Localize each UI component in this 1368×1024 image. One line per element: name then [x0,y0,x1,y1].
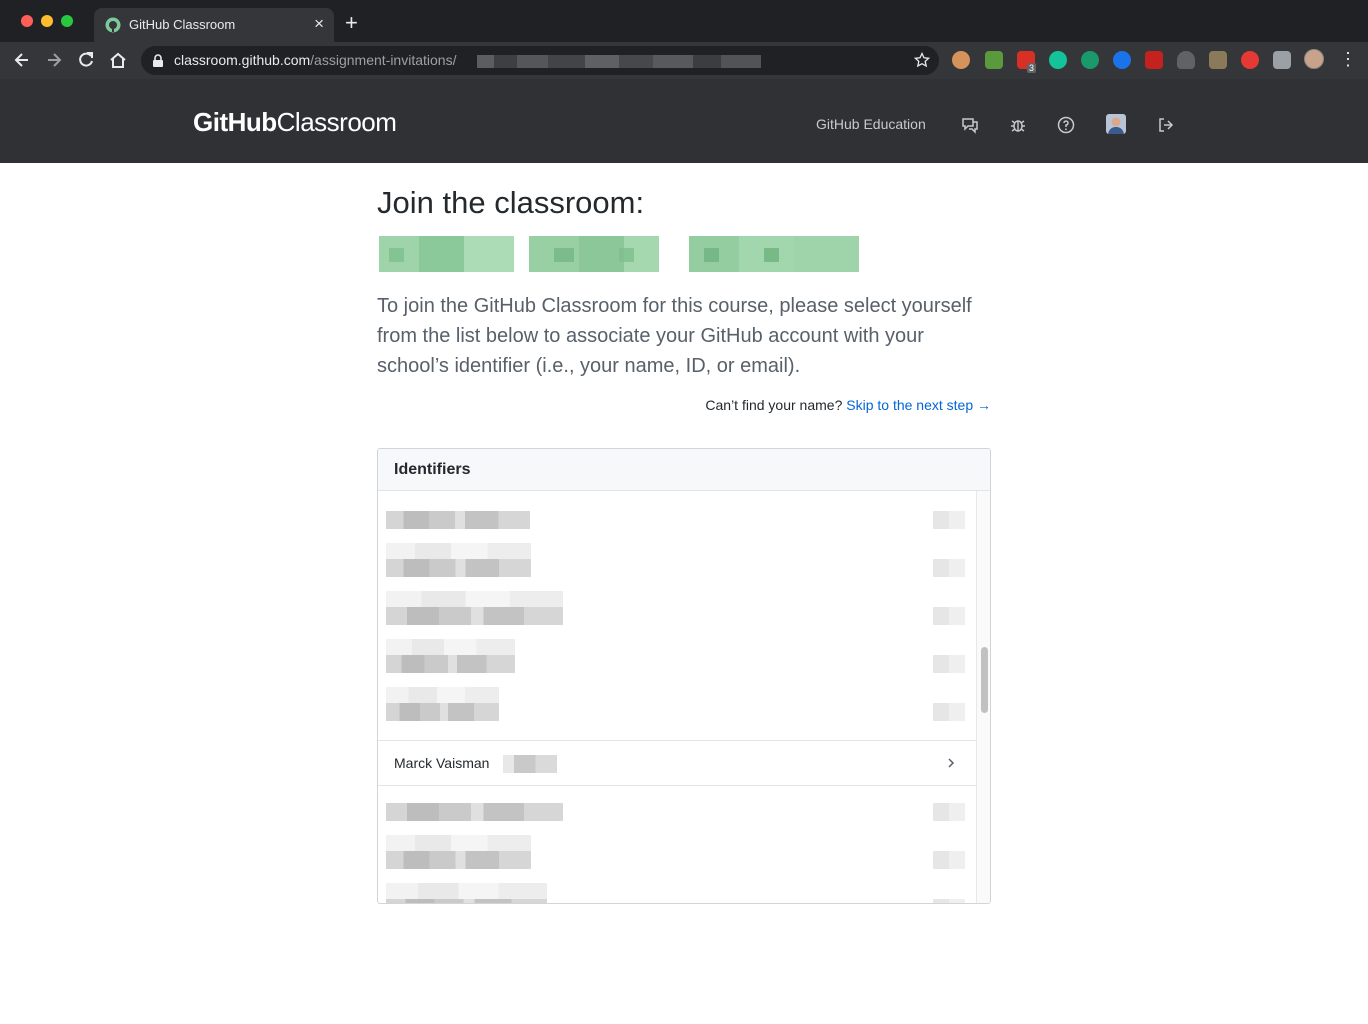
chevron-right-icon [948,758,955,768]
redacted-url [477,55,761,68]
redacted-identifier [386,591,563,625]
brand-classroom: Classroom [276,107,397,137]
home-icon[interactable] [108,50,128,70]
target-extension-icon[interactable] [1113,51,1131,69]
address-bar[interactable]: classroom.github.com/assignment-invitati… [141,46,939,75]
url-path: /assignment-invitations/ [310,52,457,68]
scrollbar-thumb[interactable] [981,647,988,713]
identifiers-scrollbar[interactable] [976,491,990,903]
sync-extension-icon[interactable] [1081,51,1099,69]
redacted-classroom-name [369,236,869,272]
sign-out-icon[interactable] [1157,116,1175,134]
pdf-extension-icon[interactable] [1145,51,1163,69]
github-classroom-logo[interactable]: GitHubClassroom [193,107,397,138]
bookmark-star-icon[interactable] [914,52,930,68]
cloud-extension-icon[interactable] [1177,51,1195,69]
browser-tabstrip: GitHub Classroom × + [0,0,1368,42]
list-item[interactable] [378,639,976,689]
skip-prompt-text: Can’t find your name? [705,397,843,413]
minimize-window-button[interactable] [41,15,53,27]
extension-badge: 3 [1027,63,1037,73]
list-item[interactable] [378,835,976,885]
extensions-puzzle-icon[interactable] [1273,51,1291,69]
identifiers-panel: Identifiers Marck Vaisman [377,448,991,904]
adblock-icon[interactable] [1241,51,1259,69]
list-item[interactable] [378,883,976,903]
redacted-identifier [503,755,557,773]
user-avatar[interactable] [1106,114,1126,134]
maximize-window-button[interactable] [61,15,73,27]
close-tab-icon[interactable]: × [314,15,324,33]
site-header: GitHubClassroom GitHub Education [0,79,1368,163]
tab-title: GitHub Classroom [129,17,236,32]
lock-icon [153,54,163,67]
new-tab-icon[interactable]: + [345,12,358,34]
url-host: classroom.github.com [174,52,311,68]
list-item[interactable] [378,591,976,641]
redacted-identifier [386,639,515,673]
github-education-link[interactable]: GitHub Education [816,116,926,132]
redacted-meta [933,607,965,625]
cookie-extension-icon[interactable] [952,51,970,69]
back-icon[interactable] [12,50,32,70]
list-item[interactable] [378,497,976,545]
redacted-meta [933,559,965,577]
identifiers-list[interactable]: Marck Vaisman [378,497,976,903]
redacted-identifier [386,543,531,577]
redacted-identifier [386,687,499,721]
feedback-icon[interactable] [961,116,979,134]
redacted-meta [933,803,965,821]
browser-profile-avatar[interactable] [1304,49,1324,69]
browser-tab[interactable]: GitHub Classroom × [94,8,334,42]
avatar-portrait-icon [1108,117,1124,134]
bug-icon[interactable] [1009,116,1027,134]
identifier-row-selected[interactable]: Marck Vaisman [378,740,976,786]
forward-icon[interactable] [44,50,64,70]
redacted-meta [933,703,965,721]
close-window-button[interactable] [21,15,33,27]
github-icon [105,17,121,33]
redacted-meta [933,851,965,869]
grammarly-icon[interactable] [1049,51,1067,69]
redacted-meta [933,655,965,673]
redacted-meta [933,511,965,529]
list-item[interactable] [378,687,976,737]
list-item[interactable] [378,789,976,837]
skip-next-step-link[interactable]: Skip to the next step → [846,397,991,413]
url-text: classroom.github.com/assignment-invitati… [174,52,456,68]
redacted-identifier [386,883,547,903]
reader-extension-icon[interactable] [1209,51,1227,69]
browser-toolbar: classroom.github.com/assignment-invitati… [0,42,1368,79]
redacted-identifier [386,835,531,869]
identifiers-heading: Identifiers [378,449,990,491]
intro-text: To join the GitHub Classroom for this co… [377,295,972,377]
redacted-meta [933,899,965,903]
list-item[interactable] [378,543,976,593]
help-icon[interactable] [1057,116,1075,134]
redacted-identifier [386,511,530,529]
brand-github: GitHub [193,107,277,137]
browser-menu-icon[interactable]: ⋮ [1339,48,1357,70]
identifier-name: Marck Vaisman [394,755,490,771]
redacted-identifier [386,803,563,821]
skip-prompt: Can’t find your name? Skip to the next s… [705,397,991,413]
page-title: Join the classroom: [377,185,645,220]
reload-icon[interactable] [76,50,96,70]
print-extension-icon[interactable] [985,51,1003,69]
